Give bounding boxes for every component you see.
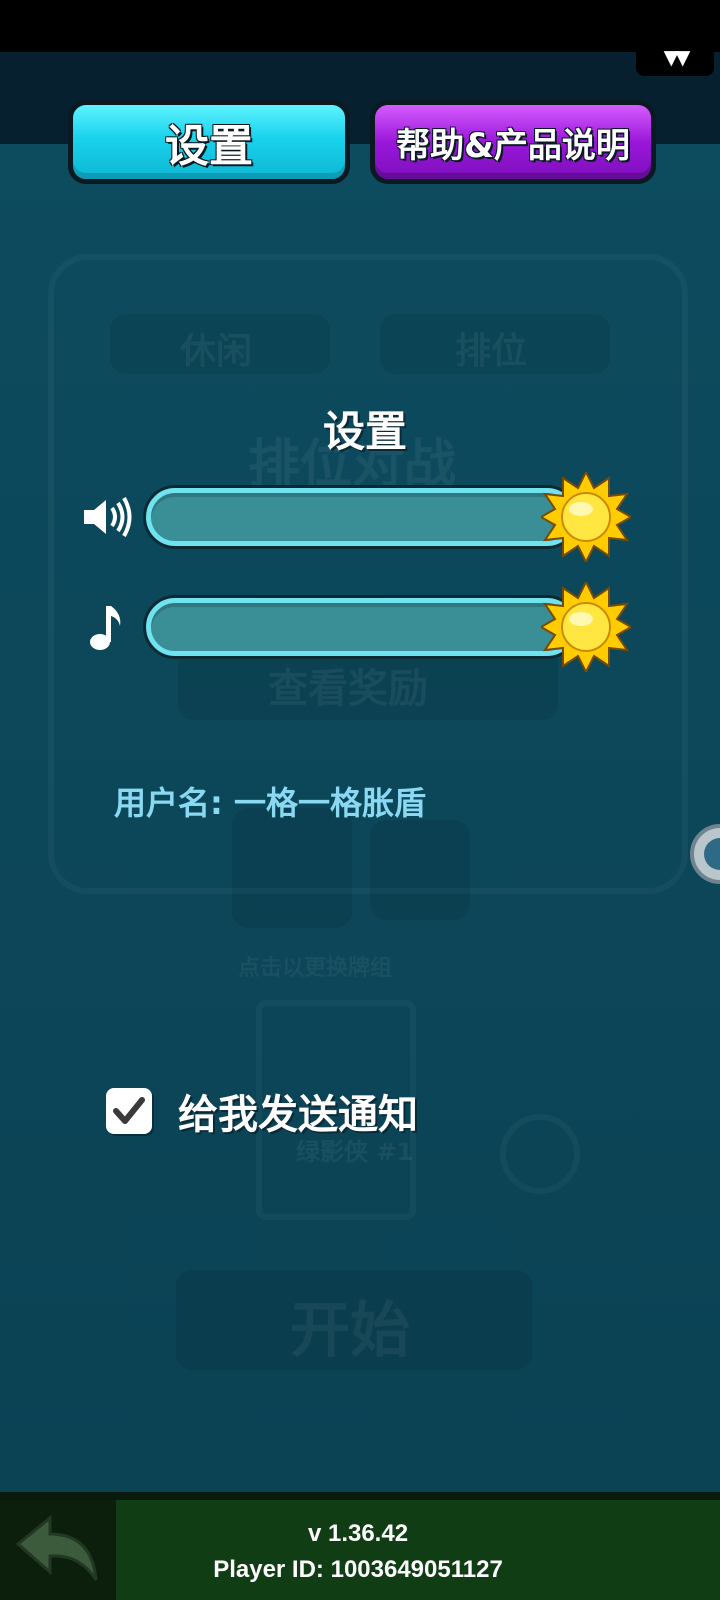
sound-slider[interactable]	[80, 472, 640, 562]
sound-slider-track[interactable]	[146, 488, 576, 546]
back-arrow-icon	[15, 1514, 98, 1581]
username: 用户名: 一格一格胀盾	[114, 778, 426, 824]
tab-help-label: 帮助&产品说明	[396, 125, 630, 166]
music-slider-track[interactable]	[146, 598, 576, 656]
tab-help[interactable]: 帮助&产品说明	[370, 100, 656, 184]
background-tab-ranked-label: 排位	[455, 331, 528, 372]
background-edit-icon	[500, 1114, 580, 1194]
cube-icon	[704, 838, 720, 870]
sun-icon[interactable]	[541, 582, 631, 672]
music-note-icon	[80, 600, 134, 654]
speaker-icon	[80, 490, 134, 544]
tab-settings-label: 设置	[165, 121, 253, 172]
background-tab-casual-label: 休闲	[180, 331, 253, 372]
settings-title: 设置	[322, 407, 407, 456]
username-value: 一格一格胀盾	[233, 784, 426, 822]
checkmark-icon	[113, 1097, 145, 1124]
double-chevron-down-icon[interactable]: ▼▼	[636, 40, 714, 76]
status-bar	[0, 0, 720, 52]
username-label: 用户名:	[114, 784, 223, 822]
background-skull-card	[370, 820, 470, 920]
background-rewards-label: 查看奖励	[268, 666, 428, 712]
version-text: v 1.36.42	[307, 1520, 409, 1547]
background-change-brand: 点击以更换牌组	[238, 956, 393, 981]
tab-settings[interactable]: 设置	[68, 100, 350, 184]
notification-label: 给我发送通知	[178, 1092, 418, 1138]
footer-bar	[0, 1500, 720, 1600]
music-slider[interactable]	[80, 582, 640, 672]
player-id-text: Player ID: 1003649051127	[213, 1556, 503, 1583]
back-button[interactable]	[0, 1500, 116, 1600]
background-leaf-card	[232, 808, 352, 928]
notification-checkbox[interactable]	[106, 1088, 152, 1134]
sun-icon[interactable]	[541, 472, 631, 562]
background-start-label: 开始	[290, 1296, 410, 1366]
